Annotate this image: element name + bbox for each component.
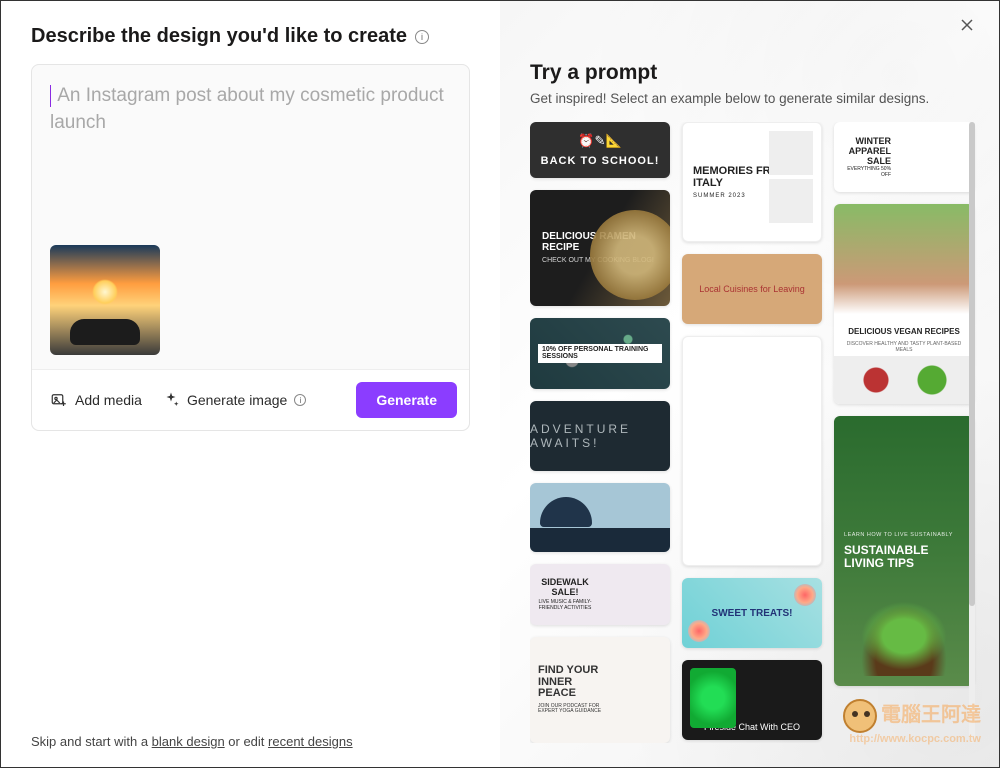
skip-pre: Skip and start with a: [31, 734, 152, 749]
grid-col-1: ⏰✎📐 BACK TO SCHOOL! DELICIOUS RAMEN RECI…: [530, 122, 670, 743]
card-label: FIND YOUR INNER PEACE: [538, 664, 598, 699]
add-media-label: Add media: [75, 392, 142, 408]
grid-col-3: WINTER APPAREL SALE EVERYTHING 50% OFF D…: [834, 122, 974, 743]
card-sub: EVERYTHING 50% OFF: [840, 166, 891, 178]
attached-media-thumbnail[interactable]: [50, 245, 160, 355]
prompt-card-training[interactable]: 10% OFF PERSONAL TRAINING SESSIONS: [530, 318, 670, 390]
describe-heading: Describe the design you'd like to create…: [31, 25, 470, 48]
info-icon[interactable]: i: [415, 30, 429, 44]
prompt-card-inner-peace[interactable]: FIND YOUR INNER PEACE JOIN OUR PODCAST F…: [530, 637, 670, 743]
generate-image-button[interactable]: Generate image i: [162, 391, 306, 409]
card-sub: DISCOVER HEALTHY AND TASTY PLANT-BASED M…: [840, 341, 968, 353]
right-panel: Try a prompt Get inspired! Select an exa…: [500, 1, 999, 767]
prompt-card-cap[interactable]: [530, 483, 670, 552]
close-button[interactable]: [955, 13, 979, 37]
card-label: 10% OFF PERSONAL TRAINING SESSIONS: [538, 344, 662, 363]
attached-media-row: [32, 245, 469, 369]
image-plus-icon: [50, 391, 68, 409]
left-panel: Describe the design you'd like to create…: [1, 1, 500, 767]
prompt-card-back-to-school[interactable]: ⏰✎📐 BACK TO SCHOOL!: [530, 122, 670, 178]
generate-button[interactable]: Generate: [356, 382, 457, 418]
prompt-card-ramen[interactable]: DELICIOUS RAMEN RECIPE CHECK OUT MY COOK…: [530, 190, 670, 306]
prompt-placeholder: An Instagram post about my cosmetic prod…: [50, 85, 444, 133]
prompt-action-row: Add media Generate image i Generate: [32, 369, 469, 430]
sparkle-icon: [162, 391, 180, 409]
prompt-card-cuisines[interactable]: Local Cuisines for Leaving: [682, 254, 822, 324]
describe-heading-text: Describe the design you'd like to create: [31, 25, 407, 48]
card-label: SIDEWALK SALE!: [536, 577, 594, 597]
card-label: MEMORIES FROM ITALY: [693, 165, 811, 189]
prompt-card-fireside[interactable]: Fireside Chat With CEO: [682, 660, 822, 740]
prompt-card-vegan[interactable]: DELICIOUS VEGAN RECIPES DISCOVER HEALTHY…: [834, 204, 974, 404]
watermark-url: http://www.kocpc.com.tw: [843, 733, 981, 745]
prompt-action-left: Add media Generate image i: [50, 391, 306, 409]
card-label: BACK TO SCHOOL!: [541, 155, 660, 167]
app-root: Describe the design you'd like to create…: [0, 0, 1000, 768]
card-left: SIDEWALK SALE! LIVE MUSIC & FAMILY-FRIEN…: [530, 571, 600, 617]
card-sub: LIVE MUSIC & FAMILY-FRIENDLY ACTIVITIES: [536, 599, 594, 611]
prompt-card-winter[interactable]: WINTER APPAREL SALE EVERYTHING 50% OFF: [834, 122, 974, 192]
card-label: DELICIOUS RAMEN RECIPE: [542, 231, 658, 253]
prompt-card-adventure[interactable]: ADVENTURE AWAITS!: [530, 401, 670, 470]
card-right: WINTER APPAREL SALE EVERYTHING 50% OFF: [834, 130, 897, 184]
card-sub: JOIN OUR PODCAST FOR EXPERT YOGA GUIDANC…: [538, 704, 606, 715]
skip-mid: or edit: [225, 734, 268, 749]
card-label: SWEET TREATS!: [712, 608, 793, 619]
card-pre: LEARN HOW TO LIVE SUSTAINABLY: [844, 532, 964, 538]
prompt-card-sustainable[interactable]: LEARN HOW TO LIVE SUSTAINABLY SUSTAINABL…: [834, 416, 974, 686]
card-left: FIND YOUR INNER PEACE JOIN OUR PODCAST F…: [538, 665, 606, 714]
card-label: DELICIOUS VEGAN RECIPES: [840, 328, 968, 337]
card-label: WINTER APPAREL SALE: [849, 136, 891, 166]
prompt-card-blank[interactable]: [682, 336, 822, 566]
school-icons: ⏰✎📐: [578, 133, 621, 149]
recent-designs-link[interactable]: recent designs: [268, 734, 353, 749]
prompt-card-memories[interactable]: MEMORIES FROM ITALY SUMMER 2023: [682, 122, 822, 242]
card-label: Local Cuisines for Leaving: [699, 284, 805, 294]
try-prompt-subtitle: Get inspired! Select an example below to…: [530, 91, 977, 106]
info-icon[interactable]: i: [294, 394, 306, 406]
blank-design-link[interactable]: blank design: [152, 734, 225, 749]
watermark-text: 電腦王阿達: [881, 704, 981, 726]
prompt-input[interactable]: An Instagram post about my cosmetic prod…: [32, 65, 469, 245]
generate-image-label: Generate image: [187, 392, 287, 408]
card-sub: SUMMER 2023: [693, 193, 811, 199]
card-label: SUSTAINABLE LIVING TIPS: [844, 544, 964, 570]
close-icon: [960, 18, 974, 32]
try-prompt-title: Try a prompt: [530, 61, 977, 85]
grid-col-2: MEMORIES FROM ITALY SUMMER 2023 Local Cu…: [682, 122, 822, 743]
card-label: ADVENTURE AWAITS!: [530, 422, 670, 450]
card-sub: CHECK OUT MY COOKING BLOG!: [542, 257, 658, 264]
card-band: DELICIOUS VEGAN RECIPES DISCOVER HEALTHY…: [834, 322, 974, 359]
card-footer-bar: [530, 528, 670, 552]
add-media-button[interactable]: Add media: [50, 391, 142, 409]
card-label: Fireside Chat With CEO: [704, 722, 800, 732]
watermark: 電腦王阿達 http://www.kocpc.com.tw: [843, 698, 981, 745]
scrollbar-thumb[interactable]: [969, 122, 975, 606]
prompt-card-sweet-treats[interactable]: SWEET TREATS!: [682, 578, 822, 648]
prompt-box: An Instagram post about my cosmetic prod…: [31, 64, 470, 431]
prompt-grid: ⏰✎📐 BACK TO SCHOOL! DELICIOUS RAMEN RECI…: [530, 122, 977, 743]
prompt-card-sidewalk[interactable]: SIDEWALK SALE! LIVE MUSIC & FAMILY-FRIEN…: [530, 564, 670, 625]
watermark-face-icon: [843, 699, 877, 733]
skip-line: Skip and start with a blank design or ed…: [31, 734, 470, 749]
grid-scrollbar[interactable]: [969, 122, 975, 743]
